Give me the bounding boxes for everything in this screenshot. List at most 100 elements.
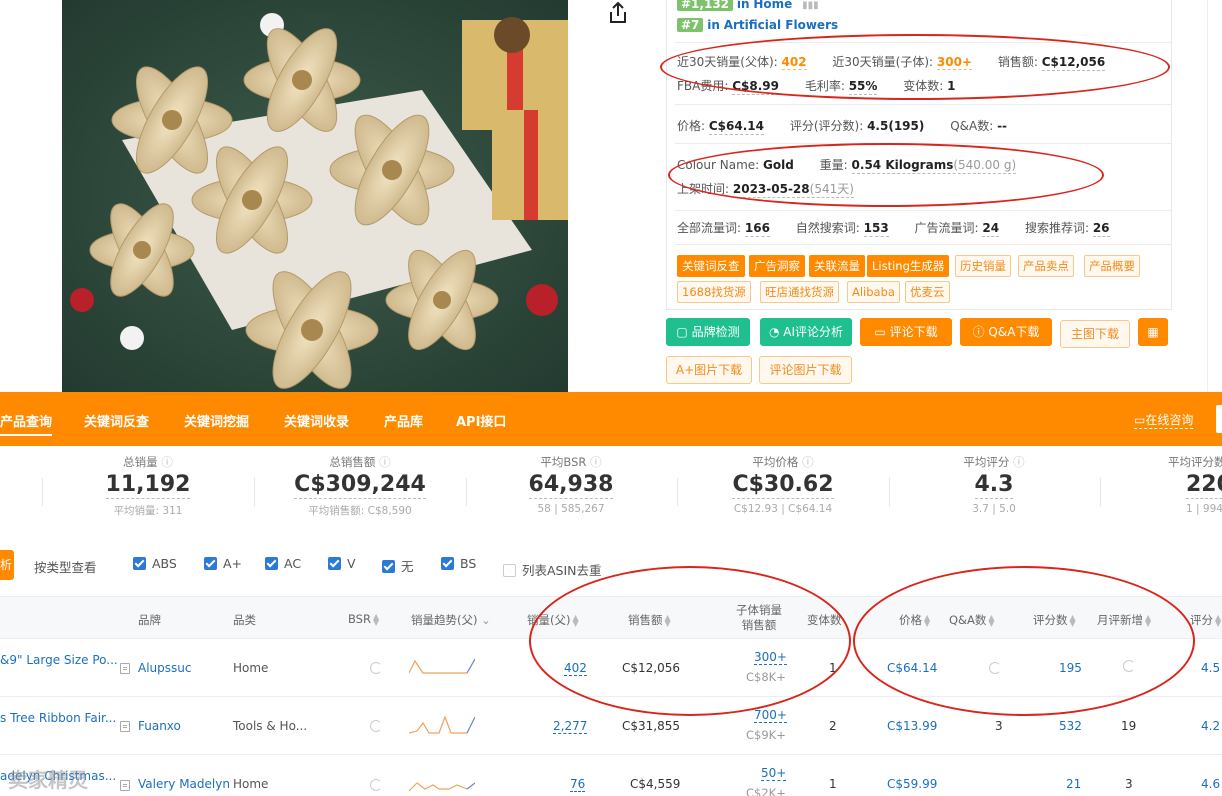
brand-link[interactable]: Alupssuc bbox=[138, 661, 191, 675]
rank-category-link[interactable]: Home bbox=[753, 0, 792, 11]
sales-trend-sparkline[interactable] bbox=[409, 655, 475, 677]
rating-value[interactable]: 4.5 bbox=[1201, 661, 1220, 675]
child-sales-value[interactable]: 50+ bbox=[761, 766, 787, 781]
nav-product-library[interactable]: 产品库 bbox=[384, 411, 423, 430]
nav-keyword-mining[interactable]: 关键词挖掘 bbox=[184, 411, 249, 430]
col-price[interactable]: 价格 ▲ ▼ bbox=[899, 612, 930, 628]
revenue-label: 销售额: bbox=[997, 55, 1038, 69]
product-title-link[interactable]: s Tree Ribbon Fair... bbox=[0, 711, 116, 725]
child-sales-value[interactable]: 300+ bbox=[754, 650, 787, 665]
variants-value: 1 bbox=[947, 79, 956, 93]
listed-row: 上架时间: 2023-05-28(541天) bbox=[677, 180, 854, 198]
divider bbox=[675, 210, 1171, 211]
all-traffic-value[interactable]: 166 bbox=[744, 221, 770, 237]
ai-review-button[interactable]: ◔ AI评论分析 bbox=[760, 318, 852, 346]
analyze-button[interactable]: 析 bbox=[0, 550, 14, 580]
ad-traffic-label: 广告流量词: bbox=[914, 221, 979, 235]
nav-product-query[interactable]: 产品查询 bbox=[0, 411, 53, 436]
filter-none[interactable]: 无 bbox=[382, 556, 414, 575]
col-sales-trend[interactable]: 销量趋势(父) ⌄ bbox=[411, 612, 491, 628]
tag-selling-points[interactable]: 产品卖点 bbox=[1018, 255, 1074, 277]
tag-related-traffic[interactable]: 关联流量 bbox=[809, 255, 865, 277]
filter-dedupe-asin[interactable]: 列表ASIN去重 bbox=[503, 560, 602, 579]
filter-v[interactable]: V bbox=[328, 556, 356, 571]
sales-trend-sparkline[interactable] bbox=[409, 773, 475, 795]
comment-icon: ▭ bbox=[874, 325, 886, 339]
main-image-download-button[interactable]: 主图下载 bbox=[1060, 320, 1130, 348]
child-sales-value[interactable]: 700+ bbox=[754, 708, 787, 723]
aplus-download-button[interactable]: A+图片下载 bbox=[666, 356, 752, 384]
filter-aplus[interactable]: A+ bbox=[204, 556, 242, 571]
col-review-count[interactable]: 评分数 ▲ ▼ bbox=[1033, 612, 1076, 628]
tag-ad-insight[interactable]: 广告洞察 bbox=[749, 255, 805, 277]
parent-sales-value[interactable]: 402 bbox=[564, 661, 587, 676]
tag-1688-source[interactable]: 1688找货源 bbox=[677, 281, 751, 303]
review-count-value[interactable]: 195 bbox=[1059, 661, 1082, 675]
online-consult-link[interactable]: ▭在线咨询 bbox=[1134, 411, 1194, 429]
tag-listing-generator[interactable]: Listing生成器 bbox=[867, 255, 950, 277]
brand-check-button[interactable]: ▢ 品牌检测 bbox=[666, 318, 750, 346]
tag-wangdian-source[interactable]: 旺店通找货源 bbox=[760, 281, 839, 303]
qa-download-button[interactable]: ⓘ Q&A下载 bbox=[960, 318, 1052, 346]
tag-keyword-reverse[interactable]: 关键词反查 bbox=[677, 255, 745, 277]
parent-sales-value[interactable]: 2,277 bbox=[553, 719, 588, 734]
parent-sales-value[interactable]: 76 bbox=[570, 777, 586, 792]
brand-link[interactable]: Valery Madelyn bbox=[138, 777, 230, 791]
rank-category-link[interactable]: Artificial Flowers bbox=[724, 18, 838, 32]
col-rating[interactable]: 评分 ▲ ▼ bbox=[1190, 612, 1221, 628]
price-value[interactable]: C$64.14 bbox=[887, 661, 937, 675]
sort-icon: ▲ ▼ bbox=[1145, 612, 1152, 628]
stat-total-sales: 总销量 ⓘ 11,192 平均销量: 311 bbox=[78, 454, 218, 518]
col-variants[interactable]: 变体数 bbox=[807, 612, 842, 628]
loading-icon bbox=[370, 662, 382, 674]
brand-link[interactable]: Fuanxo bbox=[138, 719, 181, 733]
organic-value[interactable]: 153 bbox=[863, 221, 889, 237]
stat-label: 平均评分数 bbox=[1168, 455, 1222, 469]
document-icon[interactable] bbox=[120, 780, 130, 791]
table-row[interactable]: s Tree Ribbon Fair... Fuanxo Tools & Ho.… bbox=[0, 697, 1222, 755]
filter-bs[interactable]: BS bbox=[441, 556, 476, 571]
col-monthly-new-reviews[interactable]: 月评新增 ▲ ▼ bbox=[1097, 612, 1151, 628]
stat-separator bbox=[466, 478, 467, 506]
child-revenue-value: C$9K+ bbox=[746, 728, 786, 742]
tag-youmaiyun[interactable]: 优麦云 bbox=[905, 281, 950, 303]
ad-traffic-value[interactable]: 24 bbox=[982, 221, 1000, 237]
document-icon[interactable] bbox=[120, 721, 130, 732]
document-icon[interactable] bbox=[120, 663, 130, 674]
table-row[interactable]: &9" Large Size Po... Alupssuc Home 402 C… bbox=[0, 639, 1222, 697]
stat-value: 64,938 bbox=[528, 472, 614, 499]
filter-ac[interactable]: AC bbox=[265, 556, 301, 571]
view-by-type-link[interactable]: 按类型查看 bbox=[34, 557, 97, 576]
calculator-button[interactable]: ▦ bbox=[1138, 318, 1168, 346]
col-bsr[interactable]: BSR ▲ ▼ bbox=[348, 612, 379, 626]
filter-abs[interactable]: ABS bbox=[133, 556, 177, 571]
price-value[interactable]: C$13.99 bbox=[887, 719, 937, 733]
col-label: 销量(父) bbox=[527, 613, 571, 627]
table-row[interactable]: adelyn Christmas... Valery Madelyn Home … bbox=[0, 755, 1222, 796]
nav-keyword-index[interactable]: 关键词收录 bbox=[284, 411, 349, 430]
sales-trend-sparkline[interactable] bbox=[409, 713, 475, 735]
review-count-value[interactable]: 532 bbox=[1059, 719, 1082, 733]
tag-product-summary[interactable]: 产品概要 bbox=[1084, 255, 1140, 277]
product-image[interactable] bbox=[62, 0, 568, 392]
col-qa[interactable]: Q&A数 ▲ ▼ bbox=[949, 612, 995, 628]
tag-sales-history[interactable]: 历史销量 bbox=[955, 255, 1011, 277]
review-image-download-button[interactable]: 评论图片下载 bbox=[759, 356, 852, 384]
share-button[interactable] bbox=[606, 0, 630, 26]
col-child-sales[interactable]: 子体销量 销售额 bbox=[736, 603, 782, 633]
rating-value[interactable]: 4.6 bbox=[1201, 777, 1220, 791]
nav-api[interactable]: API接口 bbox=[456, 411, 506, 430]
price-value[interactable]: C$59.99 bbox=[887, 777, 937, 791]
col-revenue[interactable]: 销售额 ▲ ▼ bbox=[628, 612, 671, 628]
product-title-link[interactable]: &9" Large Size Po... bbox=[0, 653, 118, 667]
review-download-button[interactable]: ▭ 评论下载 bbox=[860, 318, 952, 346]
nav-keyword-reverse[interactable]: 关键词反查 bbox=[84, 411, 149, 430]
tag-alibaba[interactable]: Alibaba bbox=[847, 281, 900, 303]
rating-value[interactable]: 4.2 bbox=[1201, 719, 1220, 733]
col-parent-sales[interactable]: 销量(父) ▲ ▼ bbox=[527, 612, 579, 628]
category: Home bbox=[233, 661, 269, 675]
suggest-value[interactable]: 26 bbox=[1092, 221, 1110, 237]
rank-chart-icon[interactable]: ▮▮▮ bbox=[802, 0, 819, 11]
review-count-value[interactable]: 21 bbox=[1066, 777, 1081, 791]
square-icon: ▢ bbox=[676, 325, 688, 339]
